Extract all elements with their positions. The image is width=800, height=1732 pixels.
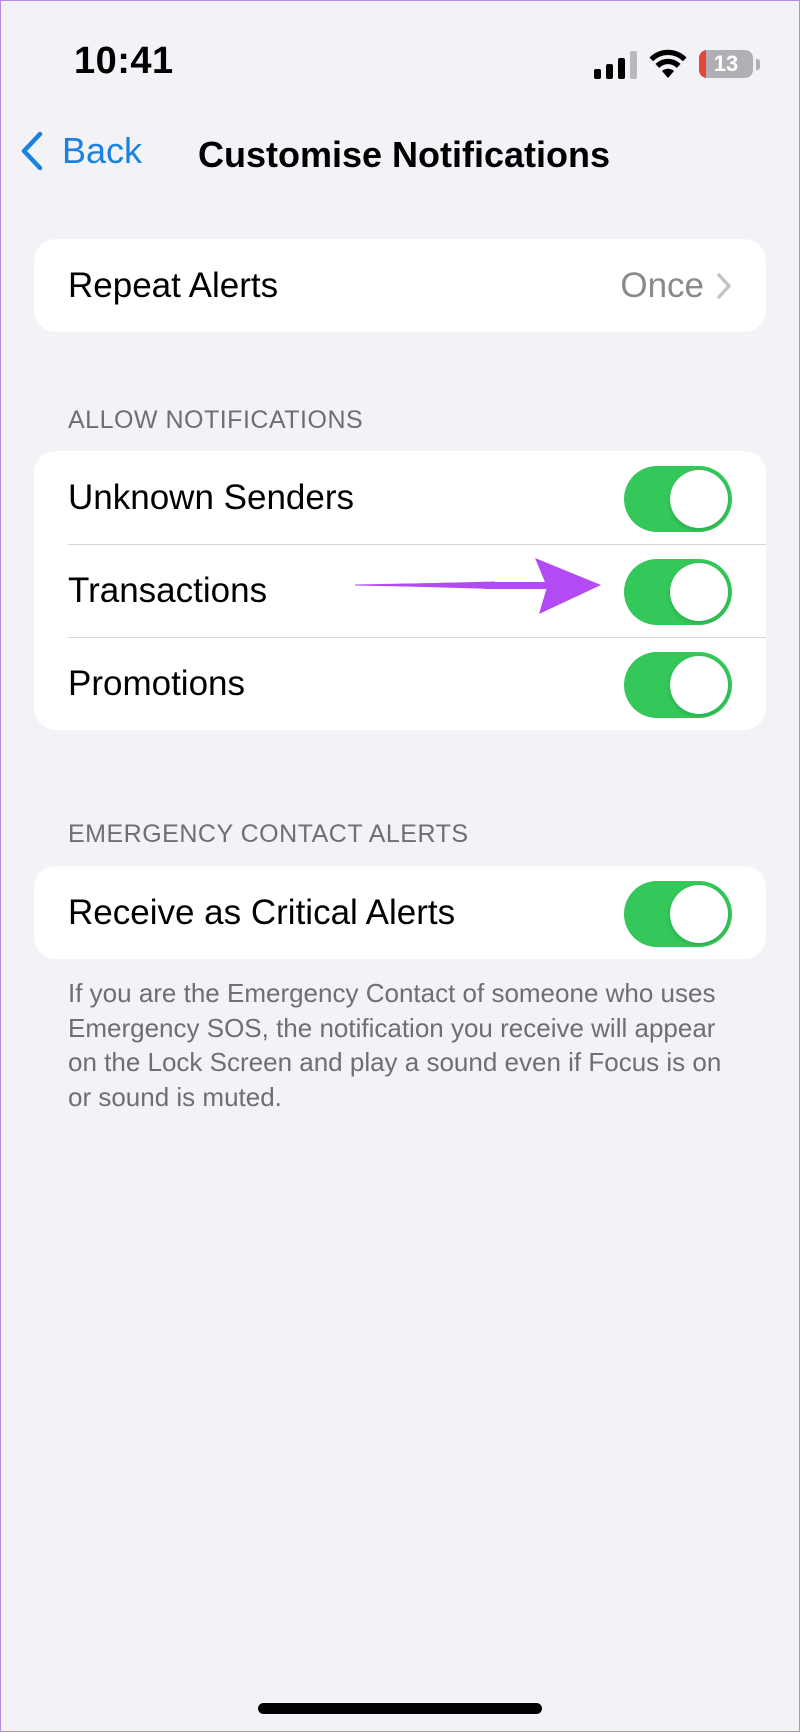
critical-alerts-toggle[interactable] [624,881,732,947]
repeat-alerts-row[interactable]: Repeat Alerts Once [34,239,766,332]
annotation-arrow-icon [355,558,601,614]
toggle-knob [670,656,728,714]
repeat-alerts-label: Repeat Alerts [68,265,279,305]
toggle-knob [670,563,728,621]
navigation-bar: Back Customise Notifications [0,120,800,190]
home-indicator[interactable] [258,1703,542,1714]
critical-alerts-row: Receive as Critical Alerts [34,866,766,959]
battery-icon: 13 [699,50,753,78]
back-button[interactable]: Back [20,130,142,172]
status-time: 10:41 [74,40,174,82]
promotions-toggle[interactable] [624,652,732,718]
emergency-footer-text: If you are the Emergency Contact of some… [68,978,722,1112]
wifi-icon [649,49,687,78]
promotions-row: Promotions [34,637,766,730]
emergency-alerts-header: EMERGENCY CONTACT ALERTS [68,820,469,848]
unknown-senders-row: Unknown Senders [34,451,766,544]
chevron-right-icon [717,273,731,299]
transactions-label: Transactions [68,570,268,610]
toggle-knob [670,470,728,528]
battery-tip [756,58,760,70]
battery-percent: 13 [713,51,739,76]
unknown-senders-toggle[interactable] [624,466,732,532]
emergency-alerts-group: Receive as Critical Alerts [34,866,766,959]
unknown-senders-label: Unknown Senders [68,477,354,517]
status-icons: 13 [594,44,760,84]
critical-alerts-label: Receive as Critical Alerts [68,892,456,932]
repeat-alerts-value: Once [620,265,704,305]
back-label: Back [62,130,143,171]
allow-notifications-header: ALLOW NOTIFICATIONS [68,406,364,434]
toggle-knob [670,885,728,943]
page-title: Customise Notifications [198,134,611,175]
cellular-signal-icon [594,49,637,79]
chevron-left-icon [21,131,43,171]
transactions-toggle[interactable] [624,559,732,625]
promotions-label: Promotions [68,663,246,703]
battery-level [699,50,707,78]
repeat-alerts-group: Repeat Alerts Once [34,239,766,332]
